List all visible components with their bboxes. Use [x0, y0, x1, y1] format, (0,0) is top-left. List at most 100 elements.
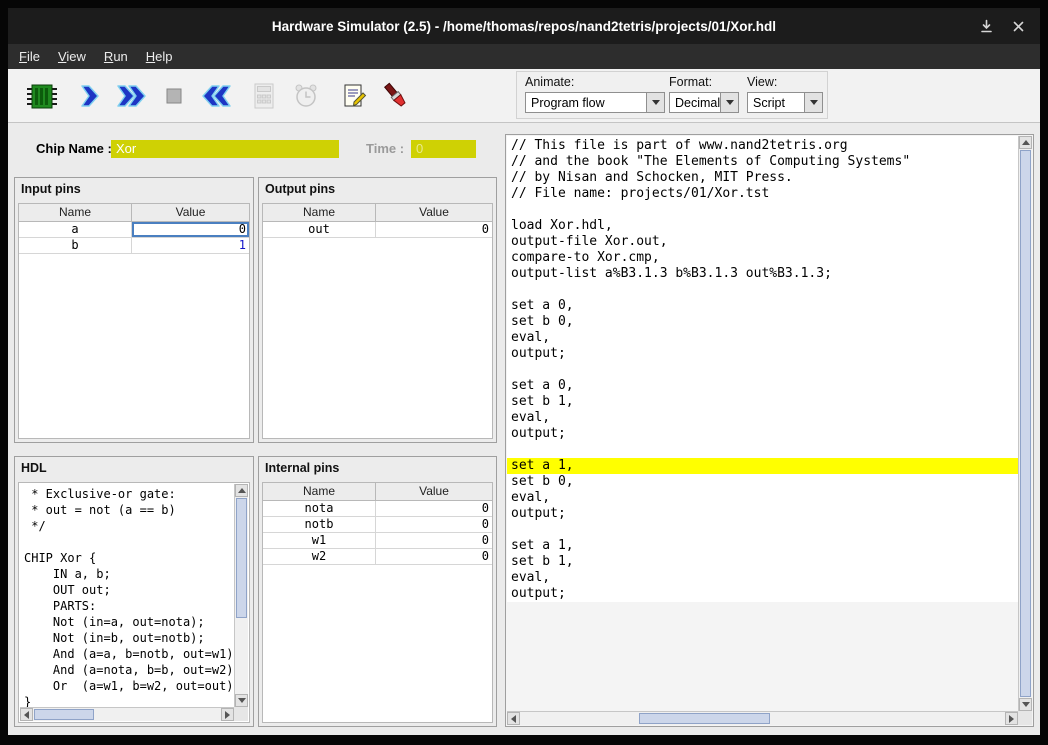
script-line: set a 0, — [507, 378, 1018, 394]
clear-button[interactable] — [375, 74, 417, 118]
eraser-brush-icon — [381, 82, 411, 110]
scroll-left-icon[interactable] — [20, 708, 33, 721]
name-header: Name — [19, 204, 132, 221]
clock-button — [285, 74, 327, 118]
input-pins-title: Input pins — [15, 178, 253, 200]
hdl-view: * Exclusive-or gate: * out = not (a == b… — [18, 482, 250, 723]
view-select[interactable]: Script — [747, 92, 823, 113]
hdl-line: Not (in=b, out=notb); — [24, 630, 234, 646]
menu-file[interactable]: File — [10, 46, 49, 67]
script-lines: // This file is part of www.nand2tetris.… — [507, 136, 1018, 602]
script-line — [507, 202, 1018, 218]
format-select[interactable]: Decimal — [669, 92, 739, 113]
hdl-line: */ — [24, 518, 234, 534]
value-header: Value — [376, 204, 492, 221]
script-line: output; — [507, 506, 1018, 522]
stop-button[interactable] — [153, 74, 195, 118]
scrollbar-thumb[interactable] — [639, 713, 770, 724]
load-chip-button[interactable] — [21, 74, 63, 118]
animate-select[interactable]: Program flow — [525, 92, 665, 113]
time-label: Time : — [366, 140, 404, 158]
hdl-line: OUT out; — [24, 582, 234, 598]
script-line: eval, — [507, 570, 1018, 586]
menu-run[interactable]: Run — [95, 46, 137, 67]
calculator-button — [243, 74, 285, 118]
menubar: File View Run Help — [8, 44, 1040, 69]
hdl-horizontal-scrollbar[interactable] — [20, 707, 234, 721]
pin-name-cell: b — [19, 238, 132, 253]
hdl-text: * Exclusive-or gate: * out = not (a == b… — [20, 484, 234, 707]
script-line — [507, 442, 1018, 458]
load-script-button[interactable] — [333, 74, 375, 118]
table-header: Name Value — [263, 204, 492, 222]
script-vertical-scrollbar[interactable] — [1018, 136, 1032, 711]
pin-value-cell[interactable]: 0 — [132, 222, 249, 237]
scrollbar-thumb[interactable] — [34, 709, 94, 720]
pin-name-cell: w2 — [263, 549, 376, 564]
script-line: eval, — [507, 490, 1018, 506]
output-pins-table: Name Value out 0 — [262, 203, 493, 439]
table-header: Name Value — [19, 204, 249, 222]
script-icon — [340, 82, 368, 110]
close-icon[interactable] — [1010, 18, 1026, 34]
script-line: output; — [507, 426, 1018, 442]
stop-icon — [161, 83, 187, 109]
script-line — [507, 282, 1018, 298]
scrollbar-thumb[interactable] — [236, 498, 247, 618]
reset-button[interactable] — [195, 74, 237, 118]
scroll-down-icon[interactable] — [1019, 698, 1032, 711]
internal-pins-title: Internal pins — [259, 457, 496, 479]
hdl-panel: HDL * Exclusive-or gate: * out = not (a … — [14, 456, 254, 727]
calculator-icon — [251, 82, 277, 110]
script-line: output-file Xor.out, — [507, 234, 1018, 250]
view-value: Script — [748, 96, 804, 110]
menu-help[interactable]: Help — [137, 46, 182, 67]
input-pins-table: Name Value a 0 b 1 — [18, 203, 250, 439]
pin-value-cell: 0 — [376, 533, 492, 548]
pin-value-cell: 0 — [376, 517, 492, 532]
value-header: Value — [132, 204, 249, 221]
window-title: Hardware Simulator (2.5) - /home/thomas/… — [272, 19, 776, 34]
download-icon[interactable] — [978, 18, 994, 34]
scroll-left-icon[interactable] — [507, 712, 520, 725]
scroll-down-icon[interactable] — [235, 694, 248, 707]
script-line: // This file is part of www.nand2tetris.… — [507, 138, 1018, 154]
hdl-line — [24, 534, 234, 550]
pin-value-cell: 0 — [376, 222, 492, 237]
scrollbar-corner — [234, 707, 248, 721]
scrollbar-thumb[interactable] — [1020, 150, 1031, 697]
chevron-down-icon[interactable] — [804, 93, 822, 112]
script-line — [507, 362, 1018, 378]
pin-value-cell: 0 — [376, 549, 492, 564]
scroll-up-icon[interactable] — [1019, 136, 1032, 149]
run-button[interactable] — [111, 74, 153, 118]
internal-pins-panel: Internal pins Name Value nota 0 no — [258, 456, 497, 727]
combo-panel: Animate: Program flow Format: Decimal Vi… — [516, 71, 828, 119]
script-line: compare-to Xor.cmp, — [507, 250, 1018, 266]
script-line: set b 0, — [507, 474, 1018, 490]
name-header: Name — [263, 204, 376, 221]
hdl-line: Not (in=a, out=nota); — [24, 614, 234, 630]
chip-name-field[interactable]: Xor — [111, 140, 339, 158]
script-horizontal-scrollbar[interactable] — [507, 711, 1018, 725]
hdl-line: And (a=a, b=notb, out=w1); — [24, 646, 234, 662]
single-step-button[interactable] — [69, 74, 111, 118]
pin-value-cell[interactable]: 1 — [132, 238, 249, 253]
scroll-right-icon[interactable] — [1005, 712, 1018, 725]
name-header: Name — [263, 483, 376, 500]
pin-value-cell: 0 — [376, 501, 492, 516]
menu-view[interactable]: View — [49, 46, 95, 67]
hdl-line: } — [24, 694, 234, 707]
scrollbar-corner — [1018, 711, 1032, 725]
chevron-down-icon[interactable] — [646, 93, 664, 112]
scroll-right-icon[interactable] — [221, 708, 234, 721]
single-step-icon — [77, 83, 103, 109]
script-line: eval, — [507, 330, 1018, 346]
input-pins-panel: Input pins Name Value a 0 b — [14, 177, 254, 443]
chip-name-bar: Chip Name : Xor Time : 0 — [14, 136, 505, 162]
script-line: set b 1, — [507, 554, 1018, 570]
hdl-vertical-scrollbar[interactable] — [234, 484, 248, 707]
scroll-up-icon[interactable] — [235, 484, 248, 497]
view-label: View: — [747, 75, 777, 89]
chevron-down-icon[interactable] — [720, 93, 738, 112]
